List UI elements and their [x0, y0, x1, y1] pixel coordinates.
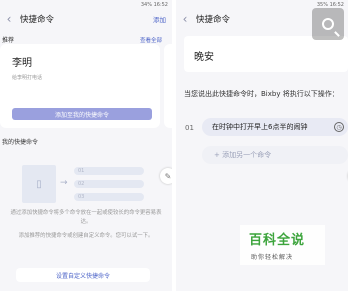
action-item[interactable]: 在时钟中打开早上6点半的闹钟 ◷ [202, 118, 348, 136]
arrow-right-icon: → [60, 178, 68, 188]
phone-icon: ▯ [22, 165, 56, 203]
card-name: 李明 [12, 58, 32, 69]
recommend-label: 推荐 [2, 37, 15, 44]
shortcut-illustration: ▯ → 01 02 03 [22, 165, 146, 203]
search-icon [312, 8, 344, 40]
watermark-subtitle: 助你轻松解决 [251, 254, 294, 261]
clock-icon: ◷ [334, 122, 344, 132]
description-2: 添加推荐的快捷命令或创建自定义命令。您可以试一下。 [18, 233, 154, 239]
header: ‹ 快捷命令 添加 [0, 11, 172, 27]
back-arrow-icon[interactable]: ‹ [2, 12, 16, 26]
card-subtitle: 给李明打电话 [12, 75, 43, 81]
left-screen: 34% 16:52 ‹ 快捷命令 添加 推荐 查看全部 李明 给李明打电话 添加… [0, 0, 172, 291]
status-text: 35% 16:52 [316, 1, 344, 8]
action-text: 在时钟中打开早上6点半的闹钟 [212, 123, 308, 131]
add-button[interactable]: 添加 [153, 14, 166, 24]
page-title: 快捷命令 [196, 15, 231, 25]
command-text: 晚安 [194, 52, 214, 63]
command-field[interactable]: 晚安 [184, 36, 348, 72]
slot-item: 03 [74, 193, 144, 201]
screenshot-root: 34% 16:52 ‹ 快捷命令 添加 推荐 查看全部 李明 给李明打电话 添加… [0, 0, 348, 291]
status-bar: 34% 16:52 [0, 0, 172, 9]
page-title: 快捷命令 [20, 15, 55, 25]
back-arrow-icon[interactable]: ‹ [178, 12, 192, 26]
slot-item: 02 [74, 180, 144, 188]
description-1: 通过添加快捷命令将多个命令放在一起或使较长的命令更容易表达。 [10, 210, 162, 225]
next-card-peek[interactable] [164, 44, 172, 128]
recommended-shortcut-card[interactable]: 李明 给李明打电话 添加至我的快捷命令 [0, 44, 160, 128]
watermark-title: 百科全说 [249, 233, 306, 248]
add-command-button[interactable]: + 添加另一个命令 [202, 146, 348, 164]
status-text: 34% 16:52 [140, 1, 168, 8]
my-shortcuts-label: 我的快捷命令 [2, 139, 39, 146]
see-all-link[interactable]: 查看全部 [140, 36, 162, 44]
prompt-text: 当您说出此快捷命令时，Bixby 将执行以下操作： [184, 90, 339, 98]
create-custom-shortcut-button[interactable]: 设置自定义快捷命令 [16, 268, 150, 282]
edit-icon[interactable]: ✎ [160, 168, 172, 184]
watermark: 百科全说 助你轻松解决 [240, 225, 325, 265]
add-to-my-shortcuts-button[interactable]: 添加至我的快捷命令 [12, 108, 152, 120]
slot-item: 01 [74, 167, 144, 175]
action-number: 01 [185, 124, 194, 132]
